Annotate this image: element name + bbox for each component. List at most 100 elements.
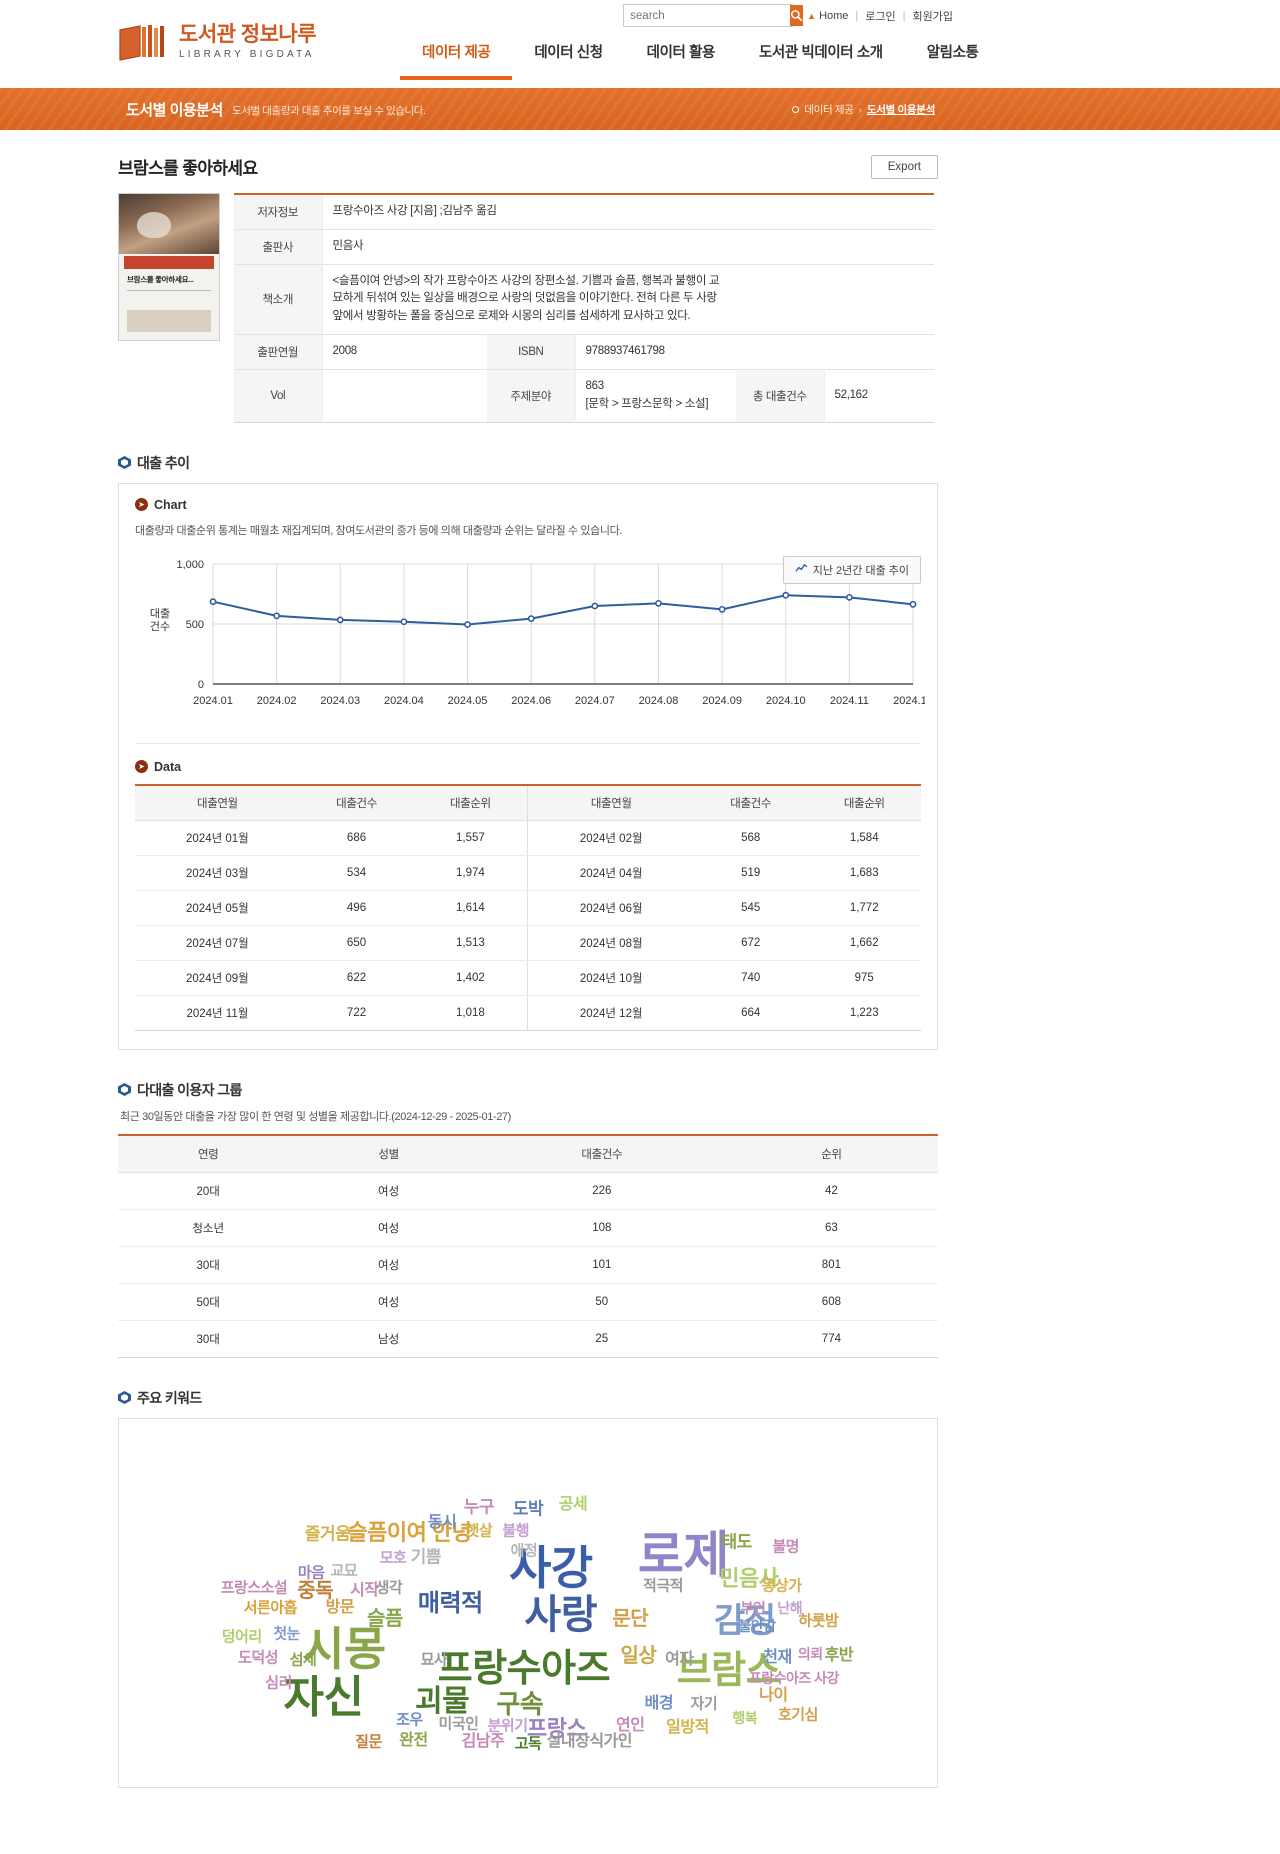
keyword-item[interactable]: 로제	[638, 1530, 730, 1580]
keyword-item[interactable]: 몽상가	[762, 1578, 802, 1593]
keyword-item[interactable]: 심리	[265, 1676, 292, 1691]
keyword-item[interactable]: 묘사	[421, 1652, 448, 1667]
keyword-item[interactable]: 태도	[721, 1533, 752, 1550]
keyword-item[interactable]: 마음	[298, 1566, 325, 1581]
nav-item-data-request[interactable]: 데이터 신청	[512, 41, 624, 80]
keyword-item[interactable]: 연인	[616, 1717, 645, 1734]
keyword-item[interactable]: 완전	[399, 1732, 428, 1749]
keyword-item[interactable]: 김남주	[462, 1734, 505, 1750]
keyword-item[interactable]: 질문	[355, 1735, 382, 1750]
breadcrumb-arrow-icon: ›	[858, 103, 863, 116]
keyword-item[interactable]: 프랑스소설	[221, 1580, 288, 1595]
keyword-item[interactable]: 문단	[612, 1609, 648, 1629]
keyword-item[interactable]: 부인	[741, 1601, 766, 1615]
search-box[interactable]	[623, 4, 804, 27]
keyword-item[interactable]: 생각	[376, 1580, 403, 1595]
signup-link[interactable]: 회원가입	[913, 8, 953, 24]
keyword-item[interactable]: 나이	[759, 1688, 788, 1704]
keyword-item[interactable]: 프랑수아즈 사강	[749, 1671, 840, 1685]
vol-value	[322, 369, 487, 422]
keyword-item[interactable]: 분위기	[488, 1718, 528, 1733]
keyword-item[interactable]: 하룻밤	[798, 1613, 838, 1628]
keyword-item[interactable]: 자기	[691, 1696, 718, 1711]
keyword-item[interactable]: 프랑수아즈	[438, 1650, 611, 1688]
table-cell: 622	[299, 960, 414, 996]
export-button[interactable]: Export	[870, 154, 938, 179]
keyword-item[interactable]: 교묘	[331, 1564, 358, 1579]
search-button[interactable]	[790, 5, 804, 26]
user-group-note: 최근 30일동안 대출을 가장 많이 한 연령 및 성별을 제공합니다.(202…	[120, 1110, 511, 1123]
keyword-item[interactable]: 적극적	[643, 1578, 683, 1593]
login-link[interactable]: 로그인	[865, 8, 895, 24]
keyword-item[interactable]: 슬픔	[367, 1609, 403, 1629]
keyword-item[interactable]: 고독	[515, 1737, 542, 1752]
table-row: 30대 남성 25 774	[118, 1320, 938, 1358]
keyword-item[interactable]: 호기심	[778, 1707, 818, 1722]
home-link[interactable]: Home	[819, 10, 848, 22]
keyword-item[interactable]: 배경	[645, 1695, 674, 1712]
keyword-item[interactable]: 매력적	[418, 1592, 483, 1616]
subject-value: 863 [문학 > 프랑스문학 > 소설]	[575, 369, 736, 422]
cover-band	[124, 256, 214, 269]
keyword-item[interactable]: 일방적	[666, 1719, 709, 1736]
keyword-item[interactable]: 섬세	[290, 1652, 317, 1667]
isbn-value: 9788937461798	[585, 345, 666, 358]
keyword-item[interactable]: 햇살	[466, 1523, 493, 1538]
keyword-item[interactable]: 미국인	[439, 1716, 479, 1731]
table-row: 저자정보 프랑수아즈 사강 [지음] ;김남주 옮김	[234, 194, 934, 230]
x-tick-label: 2024.05	[448, 695, 488, 707]
x-tick-label: 2024.11	[830, 695, 869, 707]
keyword-item[interactable]: 즐거움	[305, 1526, 351, 1543]
keyword-item[interactable]: 천재	[763, 1649, 792, 1666]
keyword-item[interactable]: 동시	[428, 1515, 457, 1531]
book-info-block: 브람스를 좋아하세요... 저자정보 프랑수아즈 사강 [지음] ;김남주 옮김…	[118, 193, 938, 423]
keyword-item[interactable]: 행복	[732, 1711, 757, 1725]
keyword-item[interactable]: 일상	[621, 1646, 657, 1666]
search-icon	[790, 9, 803, 22]
keyword-item[interactable]: 불안감	[738, 1619, 776, 1633]
table-cell: 1,683	[807, 855, 921, 891]
breadcrumb-current: 도서별 이용분석	[866, 104, 935, 116]
nav-item-bigdata-intro[interactable]: 도서관 빅데이터 소개	[737, 41, 905, 80]
nav-item-data-usage[interactable]: 데이터 활용	[625, 41, 737, 80]
keyword-item[interactable]: 여자	[665, 1651, 694, 1668]
section-title-keywords: 주요 키워드	[137, 1389, 202, 1406]
table-cell: 608	[724, 1283, 938, 1321]
two-year-trend-button[interactable]: 지난 2년간 대출 추이	[782, 555, 921, 584]
keyword-item[interactable]: 기쁨	[411, 1548, 442, 1565]
keyword-item[interactable]: 덩어리	[222, 1630, 262, 1645]
keyword-item[interactable]: 누구	[464, 1498, 495, 1515]
nav-item-notice[interactable]: 알림소통	[905, 41, 1001, 80]
keyword-item[interactable]: 첫눈	[273, 1626, 300, 1641]
section-title-trend: 대출 추이	[137, 454, 190, 471]
table-cell: 여성	[298, 1246, 479, 1284]
keyword-item[interactable]: 구속	[496, 1691, 543, 1717]
nav-item-data-provide[interactable]: 데이터 제공	[400, 41, 513, 80]
keyword-item[interactable]: 도덕성	[238, 1650, 278, 1665]
breadcrumb: 데이터 제공 › 도서별 이용분석	[792, 102, 935, 117]
keyword-item[interactable]: 서른아홉	[244, 1601, 298, 1616]
keyword-item[interactable]: 방문	[326, 1600, 355, 1616]
keyword-item[interactable]: 공세	[559, 1496, 588, 1513]
keyword-item[interactable]: 애정	[511, 1543, 538, 1558]
keyword-item[interactable]: 불행	[502, 1523, 529, 1538]
chevron-right-icon: ➤	[135, 498, 148, 511]
search-input[interactable]	[624, 5, 791, 26]
keyword-item[interactable]: 불명	[772, 1540, 799, 1555]
keyword-item[interactable]: 도박	[513, 1500, 544, 1517]
site-logo[interactable]: 도서관 정보나루 LIBRARY BIGDATA	[118, 24, 317, 62]
keyword-item[interactable]: 괴물	[415, 1686, 470, 1717]
keyword-item[interactable]: 사랑	[524, 1595, 597, 1635]
breadcrumb-root[interactable]: 데이터 제공	[804, 102, 854, 117]
keyword-item[interactable]: 자신	[284, 1676, 364, 1720]
isbn-label: ISBN	[487, 334, 576, 370]
keyword-item[interactable]: 후반	[825, 1647, 854, 1664]
keyword-item[interactable]: 조우	[396, 1713, 423, 1728]
trend-panel: ➤ Chart 대출량과 대출순위 통계는 매월초 재집계되며, 참여도서관의 …	[118, 482, 938, 1050]
keyword-item[interactable]: 의뢰	[798, 1647, 823, 1661]
keyword-item[interactable]: 실내장식가인	[547, 1734, 633, 1750]
table-cell: 722	[299, 995, 414, 1031]
table-cell: 672	[693, 925, 808, 961]
keyword-item[interactable]: 모호	[380, 1551, 407, 1566]
keyword-item[interactable]: 시작	[350, 1583, 379, 1599]
